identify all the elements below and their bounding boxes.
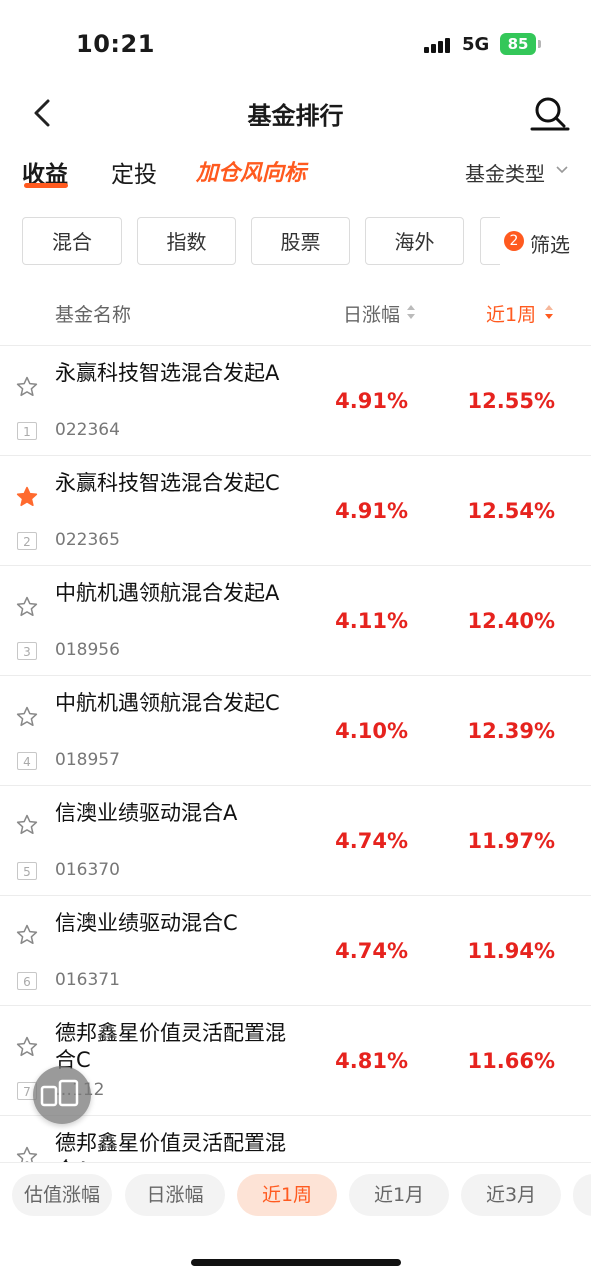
- fund-name[interactable]: 信澳业绩驱动混合C: [55, 910, 305, 937]
- fund-row[interactable]: 3 中航机遇领航混合发起A 018956 4.11% 12.40%: [0, 566, 591, 676]
- rank-badge: 1: [17, 422, 37, 440]
- daily-change-value: 4.74%: [335, 829, 408, 853]
- star-outline-icon[interactable]: [16, 1036, 38, 1058]
- fund-name[interactable]: 中航机遇领航混合发起A: [55, 580, 305, 607]
- fund-name[interactable]: 德邦鑫星价值灵活配置混合C: [55, 1020, 305, 1074]
- weekly-change-value: 12.55%: [467, 389, 555, 413]
- signal-icon: [424, 37, 456, 53]
- pill-1-week[interactable]: 近1周: [237, 1174, 337, 1216]
- daily-change-value: 4.74%: [335, 939, 408, 963]
- sort-icon[interactable]: [406, 304, 416, 320]
- rank-badge: 3: [17, 642, 37, 660]
- column-daily-change[interactable]: 日涨幅: [343, 300, 400, 327]
- fund-code: 018957: [55, 750, 120, 770]
- fund-code: 016371: [55, 970, 120, 990]
- daily-change-value: 4.10%: [335, 719, 408, 743]
- fund-row[interactable]: 5 信澳业绩驱动混合A 016370 4.74% 11.97%: [0, 786, 591, 896]
- fund-code: 016370: [55, 860, 120, 880]
- floating-window-button[interactable]: [33, 1066, 91, 1124]
- fund-row[interactable]: 6 信澳业绩驱动混合C 016371 4.74% 11.94%: [0, 896, 591, 1006]
- fund-name[interactable]: 永赢科技智选混合发起C: [55, 470, 305, 497]
- weekly-change-value: 12.40%: [467, 609, 555, 633]
- filter-button[interactable]: 筛选: [530, 229, 570, 258]
- tab-fixed-investment[interactable]: 定投: [111, 155, 157, 189]
- rank-badge: 4: [17, 752, 37, 770]
- chevron-down-icon[interactable]: [556, 165, 568, 175]
- column-weekly-change[interactable]: 近1周: [486, 300, 536, 327]
- star-outline-icon[interactable]: [16, 706, 38, 728]
- daily-change-value: 4.81%: [335, 1049, 408, 1073]
- pill-1-month[interactable]: 近1月: [349, 1174, 449, 1216]
- chip-stock[interactable]: 股票: [251, 217, 350, 265]
- status-bar: 10:21 5G 85: [0, 0, 591, 88]
- sort-desc-icon[interactable]: [544, 304, 554, 320]
- weekly-change-value: 11.97%: [467, 829, 555, 853]
- battery-icon: 85: [500, 33, 536, 55]
- daily-change-value: 4.91%: [335, 499, 408, 523]
- star-outline-icon[interactable]: [16, 376, 38, 398]
- rank-badge: 6: [17, 972, 37, 990]
- fund-code: 022365: [55, 530, 120, 550]
- daily-change-value: 4.91%: [335, 389, 408, 413]
- weekly-change-value: 12.39%: [467, 719, 555, 743]
- star-outline-icon[interactable]: [16, 814, 38, 836]
- weekly-change-value: 11.66%: [467, 1049, 555, 1073]
- column-fund-name: 基金名称: [55, 304, 132, 326]
- fund-name[interactable]: 信澳业绩驱动混合A: [55, 800, 305, 827]
- page-title: 基金排行: [247, 102, 344, 130]
- rank-badge: 2: [17, 532, 37, 550]
- rank-badge: 5: [17, 862, 37, 880]
- star-outline-icon[interactable]: [16, 924, 38, 946]
- network-type: 5G: [462, 34, 490, 55]
- fund-code: 022364: [55, 420, 120, 440]
- pill-3-month[interactable]: 近3月: [461, 1174, 561, 1216]
- pill-daily-change[interactable]: 日涨幅: [125, 1174, 225, 1216]
- chip-overseas[interactable]: 海外: [365, 217, 464, 265]
- tab-underline: [24, 183, 68, 188]
- chip-index[interactable]: 指数: [137, 217, 236, 265]
- search-icon[interactable]: [530, 96, 570, 132]
- fund-name[interactable]: 中航机遇领航混合发起C: [55, 690, 305, 717]
- window-switch-icon: [40, 1079, 79, 1107]
- filter-count-badge: 2: [504, 231, 524, 251]
- status-time: 10:21: [76, 30, 155, 58]
- chip-partial: [480, 217, 500, 265]
- battery-cap: [538, 40, 541, 48]
- home-indicator: [191, 1259, 401, 1266]
- fund-code: 018956: [55, 640, 120, 660]
- fund-row[interactable]: 1 永赢科技智选混合发起A 022364 4.91% 12.55%: [0, 346, 591, 456]
- fund-row[interactable]: 2 永赢科技智选混合发起C 022365 4.91% 12.54%: [0, 456, 591, 566]
- weekly-change-value: 12.54%: [467, 499, 555, 523]
- fund-row[interactable]: 4 中航机遇领航混合发起C 018957 4.10% 12.39%: [0, 676, 591, 786]
- star-outline-icon[interactable]: [16, 596, 38, 618]
- chip-hybrid[interactable]: 混合: [22, 217, 122, 265]
- fund-type-dropdown[interactable]: 基金类型: [465, 158, 545, 187]
- pill-estimated-change[interactable]: 估值涨幅: [12, 1174, 112, 1216]
- tab-position-indicator[interactable]: 加仓风向标: [196, 155, 306, 187]
- daily-change-value: 4.11%: [335, 609, 408, 633]
- weekly-change-value: 11.94%: [467, 939, 555, 963]
- star-filled-icon[interactable]: [16, 486, 38, 508]
- fund-name[interactable]: 永赢科技智选混合发起A: [55, 360, 305, 387]
